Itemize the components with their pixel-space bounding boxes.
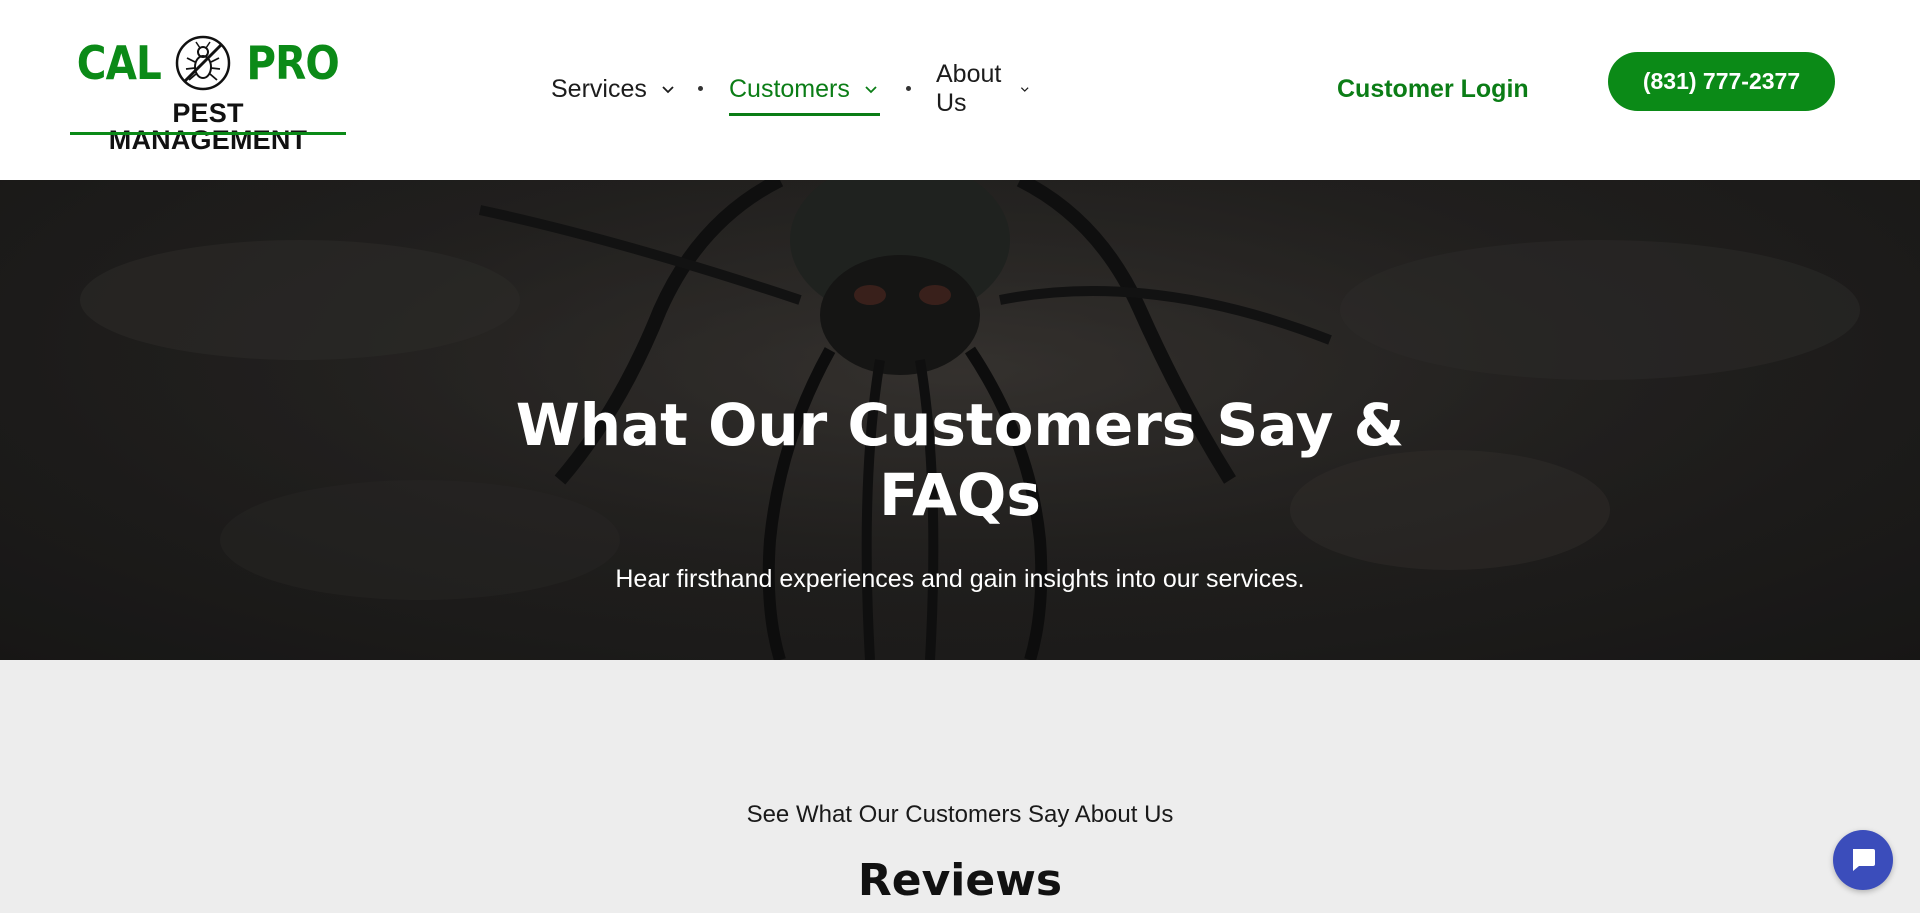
reviews-kicker: See What Our Customers Say About Us xyxy=(746,801,1174,828)
nav-item-customers[interactable]: Customers xyxy=(729,64,880,116)
hero-title: What Our Customers Say & FAQs xyxy=(515,391,1405,529)
phone-call-button[interactable]: (831) 777-2377 xyxy=(1608,52,1835,111)
site-header: CAL PRO PEST MANAGEMENT Services Custome… xyxy=(0,0,1920,180)
logo-word-right: PRO xyxy=(246,36,341,90)
nav-separator-dot xyxy=(906,86,911,91)
logo-word-left: CAL xyxy=(76,36,161,90)
active-nav-underline xyxy=(729,113,880,116)
logo-mark: CAL PRO xyxy=(70,34,346,92)
nav-item-label: Services xyxy=(551,74,647,103)
nav-item-label: About Us xyxy=(936,60,1002,117)
customer-login-link[interactable]: Customer Login xyxy=(1337,64,1529,114)
nav-item-label: Customers xyxy=(729,74,850,103)
chevron-down-icon xyxy=(1020,87,1029,92)
hero-subtitle: Hear firsthand experiences and gain insi… xyxy=(615,565,1305,593)
reviews-section: See What Our Customers Say About Us Revi… xyxy=(0,660,1920,913)
nav-item-services[interactable]: Services xyxy=(551,64,675,114)
nav-item-about-us[interactable]: About Us xyxy=(936,60,1029,117)
chevron-down-icon xyxy=(662,86,674,94)
hero-banner: What Our Customers Say & FAQs Hear first… xyxy=(0,180,1920,660)
nav-separator-dot xyxy=(698,86,703,91)
company-logo[interactable]: CAL PRO PEST MANAGEMENT xyxy=(70,34,346,154)
logo-subtitle: PEST MANAGEMENT xyxy=(108,98,308,155)
chat-bubble-icon xyxy=(1853,849,1875,871)
bug-crossed-icon xyxy=(175,35,231,91)
chevron-down-icon xyxy=(865,86,877,94)
logo-underline xyxy=(70,132,346,135)
reviews-heading: Reviews xyxy=(857,855,1063,906)
chat-widget-button[interactable] xyxy=(1833,830,1893,890)
